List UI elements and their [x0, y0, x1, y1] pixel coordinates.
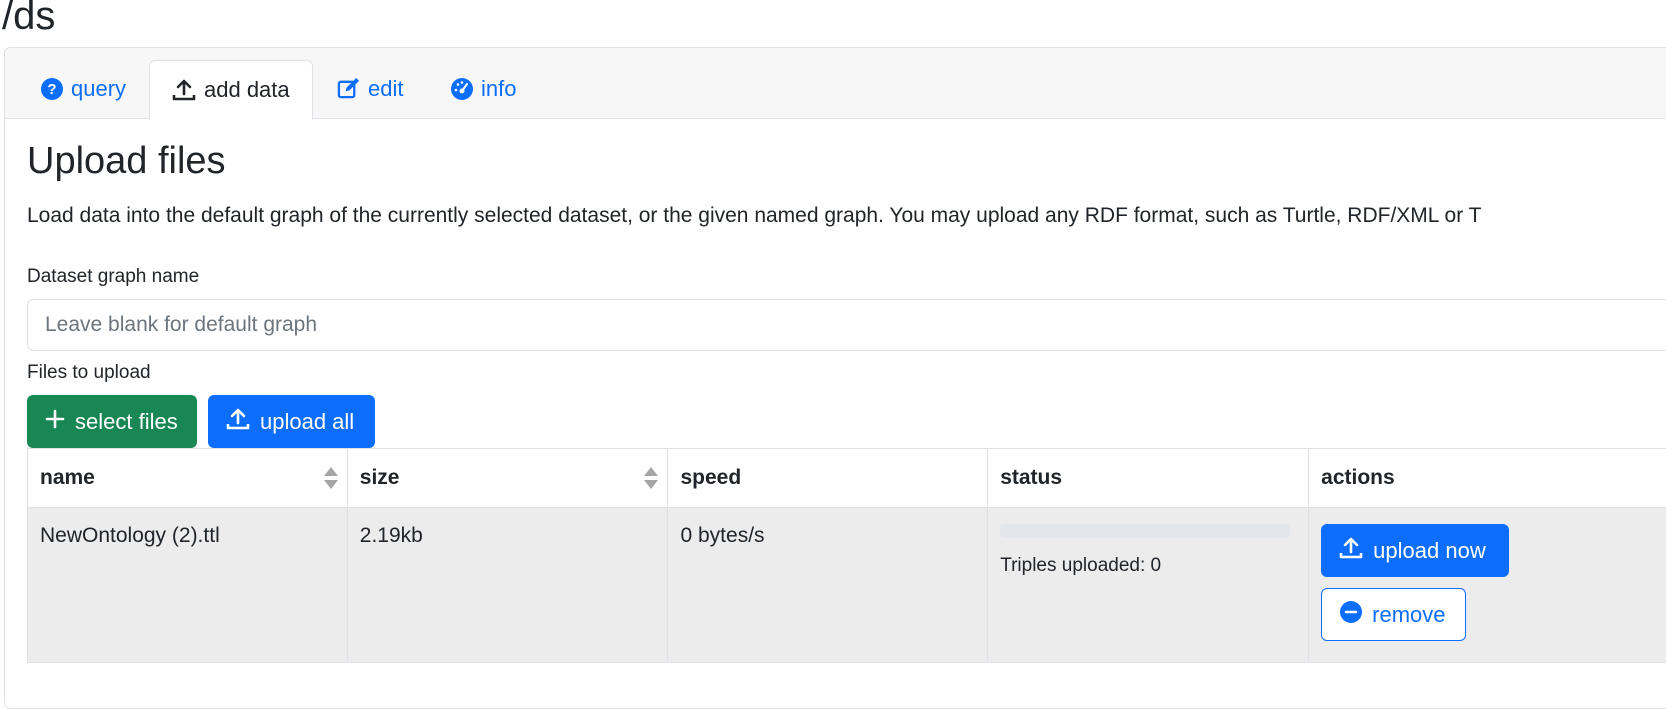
- tab-bar: ? query add data edit: [5, 48, 1666, 119]
- column-header-size-label: size: [360, 466, 400, 489]
- tab-edit-label: edit: [368, 76, 403, 102]
- file-size-cell: 2.19kb: [347, 508, 668, 663]
- upload-description: Load data into the default graph of the …: [27, 204, 1482, 228]
- tab-add-data-label: add data: [204, 77, 290, 103]
- minus-circle-icon: [1340, 601, 1362, 629]
- upload-heading: Upload files: [27, 140, 226, 183]
- sort-icon: [323, 466, 339, 496]
- tab-add-data[interactable]: add data: [149, 60, 313, 120]
- table-row: NewOntology (2).ttl 2.19kb 0 bytes/s Tri…: [28, 508, 1666, 663]
- tab-info-label: info: [481, 76, 516, 102]
- page-title: /ds: [2, 0, 55, 40]
- remove-label: remove: [1372, 602, 1445, 628]
- table-header-row: name size speed status actions: [28, 449, 1666, 508]
- files-table: name size speed status actions NewOntolo…: [27, 448, 1666, 663]
- file-status-cell: Triples uploaded: 0: [988, 508, 1309, 663]
- column-header-actions: actions: [1309, 449, 1666, 508]
- plus-icon: [45, 409, 65, 435]
- dashboard-icon: [451, 78, 473, 100]
- graph-name-input[interactable]: [27, 299, 1666, 351]
- graph-name-label: Dataset graph name: [27, 266, 199, 288]
- tab-info[interactable]: info: [449, 60, 518, 117]
- file-name-cell: NewOntology (2).ttl: [28, 508, 348, 663]
- file-actions-cell: upload now remove: [1309, 508, 1666, 663]
- upload-icon: [226, 407, 250, 437]
- edit-icon: [337, 77, 360, 100]
- select-files-label: select files: [75, 409, 178, 435]
- upload-now-button[interactable]: upload now: [1321, 524, 1509, 577]
- svg-text:?: ?: [47, 81, 56, 98]
- upload-all-label: upload all: [260, 409, 354, 435]
- question-circle-icon: ?: [41, 78, 63, 100]
- file-speed-cell: 0 bytes/s: [668, 508, 988, 663]
- column-header-size[interactable]: size: [347, 449, 668, 508]
- column-header-status: status: [988, 449, 1309, 508]
- tab-query-label: query: [71, 76, 126, 102]
- remove-button[interactable]: remove: [1321, 588, 1466, 641]
- upload-icon: [172, 78, 196, 102]
- upload-icon: [1339, 536, 1363, 566]
- tab-query[interactable]: ? query: [39, 60, 128, 117]
- column-header-name[interactable]: name: [28, 449, 348, 508]
- upload-all-button[interactable]: upload all: [208, 395, 375, 448]
- files-to-upload-label: Files to upload: [27, 362, 151, 384]
- select-files-button[interactable]: select files: [27, 395, 197, 448]
- column-header-speed: speed: [668, 449, 988, 508]
- upload-progress-bar: [1000, 524, 1290, 538]
- tab-edit[interactable]: edit: [335, 60, 405, 117]
- sort-icon: [643, 466, 659, 496]
- upload-now-label: upload now: [1373, 538, 1486, 564]
- column-header-name-label: name: [40, 466, 95, 489]
- triples-uploaded-text: Triples uploaded: 0: [1000, 555, 1296, 577]
